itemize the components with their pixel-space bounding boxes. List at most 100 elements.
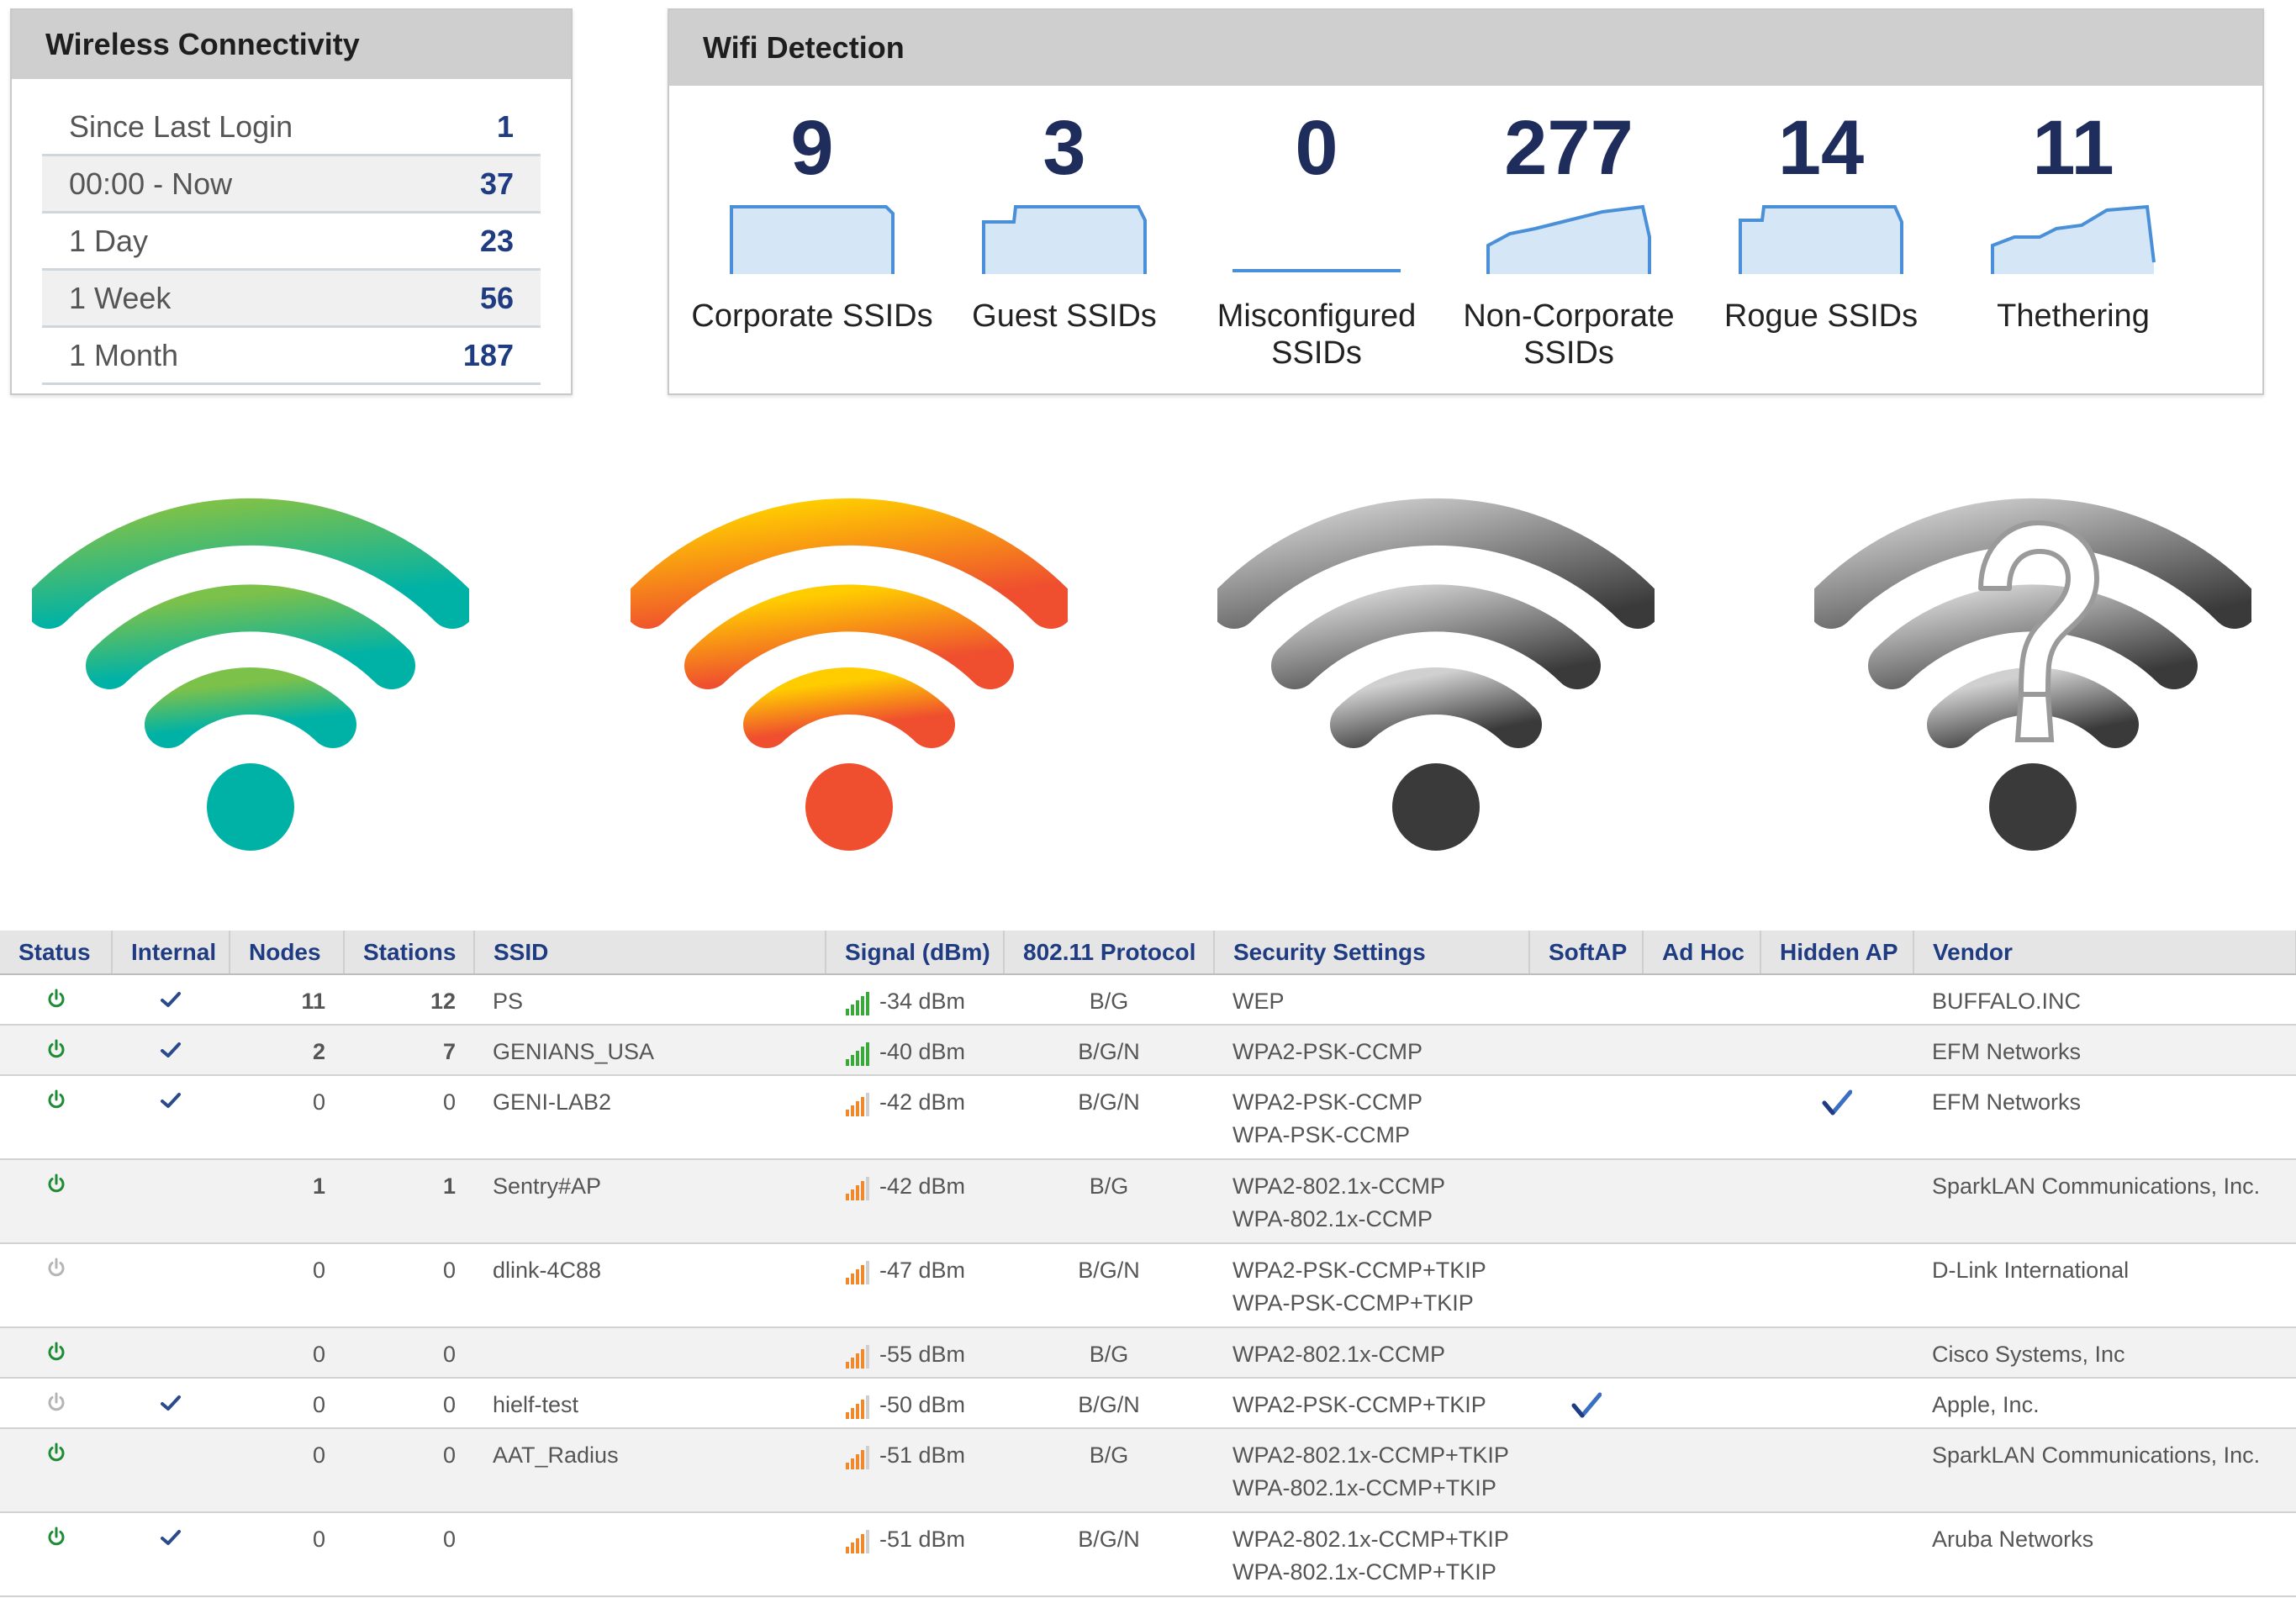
hidden-ap-cell [1760, 1159, 1913, 1244]
security-cell: WPA2-PSK-CCMP+TKIP [1214, 1378, 1529, 1429]
table-row[interactable]: 0 0 dlink-4C88 -47 dBm B/G/N WPA2-PSK-CCMP+TK… [0, 1243, 2296, 1328]
wc-row-value[interactable]: 56 [480, 281, 514, 316]
stations-cell[interactable]: 12 [344, 974, 474, 1026]
hidden-ap-cell [1760, 1428, 1913, 1513]
header-adhoc[interactable]: Ad Hoc [1643, 931, 1761, 975]
stat-count[interactable]: 277 [1443, 109, 1695, 187]
nodes-cell[interactable]: 0 [230, 1512, 344, 1597]
status-cell[interactable] [0, 1159, 112, 1244]
security-setting: WPA-PSK-CCMP+TKIP [1232, 1290, 1474, 1316]
table-row[interactable]: 0 0 GENI-LAB2 -42 dBm B/G/N WPA2-PSK-CCMP WPA-… [0, 1075, 2296, 1160]
wifi-unknown-icon [1814, 498, 2251, 851]
table-row[interactable]: 0 0 -55 dBm B/G WPA2-802.1x-CCMP Cisco System… [0, 1327, 2296, 1379]
stat-count[interactable]: 14 [1695, 109, 1947, 187]
nodes-cell[interactable]: 0 [230, 1243, 344, 1328]
wc-row-since-last-login[interactable]: Since Last Login 1 [42, 99, 541, 156]
header-nodes[interactable]: Nodes [230, 931, 345, 975]
check-icon [161, 1093, 181, 1108]
security-cell: WPA2-802.1x-CCMP+TKIP WPA-802.1x-CCMP+TKI… [1214, 1512, 1529, 1597]
stat-count[interactable]: 9 [686, 109, 938, 187]
internal-cell [112, 1512, 230, 1597]
ssid-cell[interactable]: GENIANS_USA [474, 1025, 826, 1076]
wc-row-value[interactable]: 187 [463, 338, 514, 373]
nodes-cell[interactable]: 0 [230, 1327, 344, 1379]
ssid-cell[interactable]: hielf-test [474, 1378, 826, 1429]
signal-value: -34 dBm [879, 989, 966, 1014]
status-cell[interactable] [0, 1025, 112, 1076]
nodes-cell[interactable]: 11 [230, 974, 344, 1026]
stations-cell[interactable]: 0 [344, 1243, 474, 1328]
wc-row-1-week[interactable]: 1 Week 56 [42, 271, 541, 328]
hidden-ap-cell [1760, 1378, 1913, 1429]
header-internal[interactable]: Internal [112, 931, 230, 975]
table-row[interactable]: 0 0 hielf-test -50 dBm B/G/N WPA2-PSK-CCMP+TK… [0, 1378, 2296, 1429]
ssid-cell[interactable]: dlink-4C88 [474, 1243, 826, 1328]
header-softap[interactable]: SoftAP [1529, 931, 1644, 975]
header-status[interactable]: Status [0, 931, 113, 975]
header-security[interactable]: Security Settings [1214, 931, 1530, 975]
stations-cell[interactable]: 0 [344, 1327, 474, 1379]
table-row[interactable]: 0 0 AAT_Radius -51 dBm B/G WPA2-802.1x-CCMP+T… [0, 1428, 2296, 1513]
softap-cell [1529, 1378, 1643, 1429]
nodes-cell[interactable]: 0 [230, 1428, 344, 1513]
status-cell[interactable] [0, 1378, 112, 1429]
status-cell[interactable] [0, 1512, 112, 1597]
wc-row-value[interactable]: 23 [480, 224, 514, 259]
status-cell[interactable] [0, 1327, 112, 1379]
nodes-cell[interactable]: 0 [230, 1075, 344, 1160]
wc-row-1-day[interactable]: 1 Day 23 [42, 214, 541, 271]
nodes-cell[interactable]: 0 [230, 1378, 344, 1429]
stations-cell[interactable]: 0 [344, 1512, 474, 1597]
protocol-cell: B/G [1004, 974, 1214, 1026]
nodes-cell[interactable]: 1 [230, 1159, 344, 1244]
security-cell: WPA2-PSK-CCMP WPA-PSK-CCMP [1214, 1075, 1529, 1160]
status-cell[interactable] [0, 1428, 112, 1513]
stations-cell[interactable]: 1 [344, 1159, 474, 1244]
header-vendor[interactable]: Vendor [1913, 931, 2296, 975]
adhoc-cell [1643, 1025, 1760, 1076]
ssid-cell[interactable] [474, 1327, 826, 1379]
header-ssid[interactable]: SSID [474, 931, 826, 975]
stat-label: Rogue SSIDs [1723, 298, 1919, 334]
stations-cell[interactable]: 7 [344, 1025, 474, 1076]
table-row[interactable]: 1 1 Sentry#AP -42 dBm B/G WPA2-802.1x-CCMP WPA… [0, 1159, 2296, 1244]
ssid-cell[interactable]: AAT_Radius [474, 1428, 826, 1513]
adhoc-cell [1643, 1378, 1760, 1429]
stat-label: Corporate SSIDs [691, 298, 933, 334]
status-cell[interactable] [0, 974, 112, 1026]
internal-cell [112, 1075, 230, 1160]
adhoc-cell [1643, 1512, 1760, 1597]
stations-cell[interactable]: 0 [344, 1075, 474, 1160]
stat-count[interactable]: 0 [1190, 109, 1443, 187]
wc-row-today[interactable]: 00:00 - Now 37 [42, 156, 541, 214]
wifi-detection-title: Wifi Detection [669, 10, 2262, 86]
header-signal[interactable]: Signal (dBm) [826, 931, 1005, 975]
header-stations[interactable]: Stations [344, 931, 475, 975]
stations-cell[interactable]: 0 [344, 1428, 474, 1513]
table-row[interactable]: 11 12 PS -34 dBm B/G WEP BUFFALO.INC [0, 974, 2296, 1026]
header-protocol[interactable]: 802.11 Protocol [1004, 931, 1215, 975]
wc-row-1-month[interactable]: 1 Month 187 [42, 328, 541, 385]
table-row[interactable]: 2 7 GENIANS_USA -40 dBm B/G/N WPA2-PSK-CCMP EF… [0, 1025, 2296, 1076]
stat-count[interactable]: 3 [938, 109, 1190, 187]
stations-cell[interactable]: 0 [344, 1378, 474, 1429]
wifi-green-icon [32, 498, 469, 851]
ssid-cell[interactable]: GENI-LAB2 [474, 1075, 826, 1160]
stat-label: Misconfigured SSIDs [1217, 298, 1417, 371]
softap-cell [1529, 1512, 1643, 1597]
softap-cell [1529, 1159, 1643, 1244]
wc-row-value[interactable]: 1 [497, 109, 514, 145]
wireless-connectivity-list: Since Last Login 1 00:00 - Now 37 1 Day … [42, 99, 541, 385]
status-cell[interactable] [0, 1075, 112, 1160]
ssid-cell[interactable]: PS [474, 974, 826, 1026]
ssid-cell[interactable] [474, 1512, 826, 1597]
wc-row-value[interactable]: 37 [480, 166, 514, 202]
ssid-cell[interactable]: Sentry#AP [474, 1159, 826, 1244]
table-row[interactable]: 0 0 -51 dBm B/G/N WPA2-802.1x-CCMP+TKIP WPA-8… [0, 1512, 2296, 1597]
wifi-ssid-table: Status Internal Nodes Stations SSID Sign… [0, 931, 2296, 1597]
nodes-cell[interactable]: 2 [230, 1025, 344, 1076]
signal-value: -47 dBm [879, 1258, 966, 1283]
header-hidden-ap[interactable]: Hidden AP [1760, 931, 1914, 975]
status-cell[interactable] [0, 1243, 112, 1328]
stat-count[interactable]: 11 [1947, 109, 2199, 187]
